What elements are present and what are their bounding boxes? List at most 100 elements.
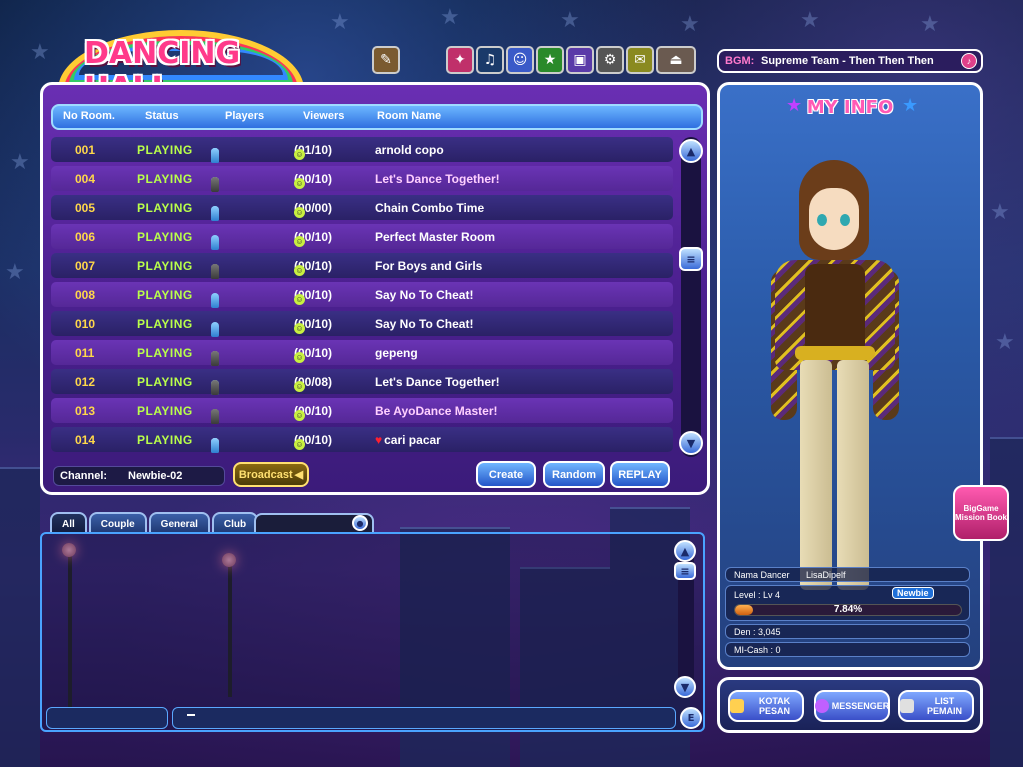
viewer-icon: ☺: [294, 178, 305, 189]
exit-icon[interactable]: ⏏: [656, 46, 696, 74]
settings-icon[interactable]: ⚙: [596, 46, 624, 74]
star-decor-icon: ★: [440, 5, 460, 30]
header-no-room: No Room.: [63, 110, 115, 122]
chat-tabs: All Couple General Club: [50, 512, 259, 534]
room-viewers: ☺ (01/10): [294, 143, 332, 160]
tab-all[interactable]: All: [50, 512, 87, 534]
exp-progress-bar: 7.84%: [734, 604, 962, 616]
mission-book-button[interactable]: BigGame Mission Book: [953, 485, 1009, 541]
tab-couple[interactable]: Couple: [88, 512, 147, 534]
table-row[interactable]: 007 PLAYING ☺ (00/10) For Boys and Girls: [51, 253, 673, 279]
gift-icon[interactable]: ✦: [446, 46, 474, 74]
random-button[interactable]: Random: [543, 461, 605, 488]
table-row[interactable]: 014 PLAYING ☺ (00/10) ♥ cari pacar: [51, 427, 673, 453]
player-slot-icon: [211, 206, 219, 221]
star-decor-icon: ★: [30, 40, 50, 65]
tab-general[interactable]: General: [148, 512, 210, 534]
room-name-text: Chain Combo Time: [375, 201, 485, 215]
room-viewers: ☺ (00/10): [294, 433, 332, 450]
room-scrollbar[interactable]: [681, 137, 701, 457]
bgm-bar: BGM: Supreme Team - Then Then Then ♪: [717, 49, 983, 73]
room-number: 011: [75, 346, 95, 360]
bgm-track: Supreme Team - Then Then Then: [761, 55, 934, 67]
kotak-pesan-button[interactable]: KOTAK PESAN: [728, 690, 804, 722]
chat-scroll-down-icon[interactable]: ▼: [674, 676, 696, 698]
room-viewers: ☺ (00/10): [294, 259, 332, 276]
chat-target-field[interactable]: [46, 707, 168, 729]
room-status: PLAYING: [137, 346, 193, 360]
scroll-icon[interactable]: ✉: [626, 46, 654, 74]
room-viewers: ☺ (00/10): [294, 172, 332, 189]
dancer-name-row: Nama Dancer LisaDipelf: [725, 567, 970, 582]
room-name: Let's Dance Together!: [375, 172, 500, 186]
viewer-icon: ☺: [294, 439, 305, 450]
shop-tv-icon[interactable]: ▣: [566, 46, 594, 74]
room-name-text: Be AyoDance Master!: [375, 404, 498, 418]
room-number: 013: [75, 404, 96, 418]
table-row[interactable]: 001 PLAYING ☺ (01/10) arnold copo: [51, 137, 673, 163]
replay-button[interactable]: REPLAY: [610, 461, 670, 488]
table-row[interactable]: 010 PLAYING ☺ (00/10) Say No To Cheat!: [51, 311, 673, 337]
room-number: 007: [75, 259, 96, 273]
messenger-label: MESSENGER: [831, 701, 890, 711]
player-slot-icon: [211, 148, 219, 163]
channel-box: Channel: Newbie-02: [53, 466, 225, 486]
table-row[interactable]: 004 PLAYING ☺ (00/10) Let's Dance Together!: [51, 166, 673, 192]
mcash-row: MI-Cash : 0: [725, 642, 970, 657]
player-slot-icon: [211, 322, 219, 337]
room-name: Be AyoDance Master!: [375, 404, 497, 418]
chat-scroll-thumb-icon[interactable]: ≡: [674, 562, 696, 580]
player-slot-icon: [211, 380, 219, 395]
table-row[interactable]: 006 PLAYING ☺ (00/10) Perfect Master Room: [51, 224, 673, 250]
room-number: 005: [75, 201, 96, 215]
room-list-panel: No Room. Status Players Viewers Room Nam…: [40, 82, 710, 495]
viewer-icon: ☺: [294, 352, 305, 363]
scroll-up-icon[interactable]: ▲: [679, 139, 703, 163]
channel-value: Newbie-02: [128, 470, 183, 482]
broadcast-button[interactable]: Broadcast ◀: [233, 462, 309, 487]
channel-label: Channel:: [60, 470, 108, 482]
viewer-icon: ☺: [294, 381, 305, 392]
chat-message-input[interactable]: [172, 707, 676, 729]
room-name-text: Say No To Cheat!: [375, 288, 474, 302]
table-row[interactable]: 008 PLAYING ☺ (00/10) Say No To Cheat!: [51, 282, 673, 308]
chat-log: ▲ ≡ ▼: [40, 532, 705, 732]
megaphone-icon: ◀: [294, 469, 304, 481]
create-button[interactable]: Create: [476, 461, 536, 488]
room-viewers: ☺ (00/10): [294, 317, 332, 334]
my-info-title: MY INFO: [806, 97, 894, 118]
room-number: 004: [75, 172, 96, 186]
chat-filter-icon[interactable]: ●: [352, 515, 368, 531]
room-status: PLAYING: [137, 201, 193, 215]
music-control-icon[interactable]: ♪: [961, 53, 977, 69]
chat-send-icon[interactable]: E: [680, 707, 702, 729]
table-row[interactable]: 011 PLAYING ☺ (00/10) gepeng: [51, 340, 673, 366]
book-icon[interactable]: ✎: [372, 46, 400, 74]
star-decor-icon: ★: [680, 12, 700, 37]
room-rows: 001 PLAYING ☺ (01/10) arnold copo 004 PLAYING ☺…: [51, 137, 673, 456]
room-number: 001: [75, 143, 96, 157]
chat-scroll-up-icon[interactable]: ▲: [674, 540, 696, 562]
game-icon[interactable]: ♫: [476, 46, 504, 74]
character-icon[interactable]: ☺: [506, 46, 534, 74]
player-slot-icon: [211, 293, 219, 308]
messenger-button[interactable]: MESSENGER: [814, 690, 890, 722]
viewer-icon: ☺: [294, 410, 305, 421]
scroll-thumb-icon[interactable]: ≡: [679, 247, 703, 271]
tab-club[interactable]: Club: [211, 512, 259, 534]
chat-input-row: E: [44, 707, 704, 731]
dancer-name-value: LisaDipelf: [806, 570, 846, 580]
star-icon[interactable]: ★: [536, 46, 564, 74]
table-row[interactable]: 005 PLAYING ☺ (00/00) Chain Combo Time: [51, 195, 673, 221]
list-pemain-button[interactable]: LIST PEMAIN: [898, 690, 974, 722]
room-number: 010: [75, 317, 96, 331]
scroll-down-icon[interactable]: ▼: [679, 431, 703, 455]
room-name-text: gepeng: [375, 346, 418, 360]
broadcast-label: Broadcast: [238, 468, 293, 481]
table-row[interactable]: 012 PLAYING ☺ (00/08) Let's Dance Together!: [51, 369, 673, 395]
star-decor-icon: ★: [920, 12, 940, 37]
level-row: Level : Lv 4 Newbie 7.84%: [725, 585, 970, 621]
table-row[interactable]: 013 PLAYING ☺ (00/10) Be AyoDance Master!: [51, 398, 673, 424]
star-decor-icon: ★: [10, 150, 30, 175]
room-status: PLAYING: [137, 288, 193, 302]
